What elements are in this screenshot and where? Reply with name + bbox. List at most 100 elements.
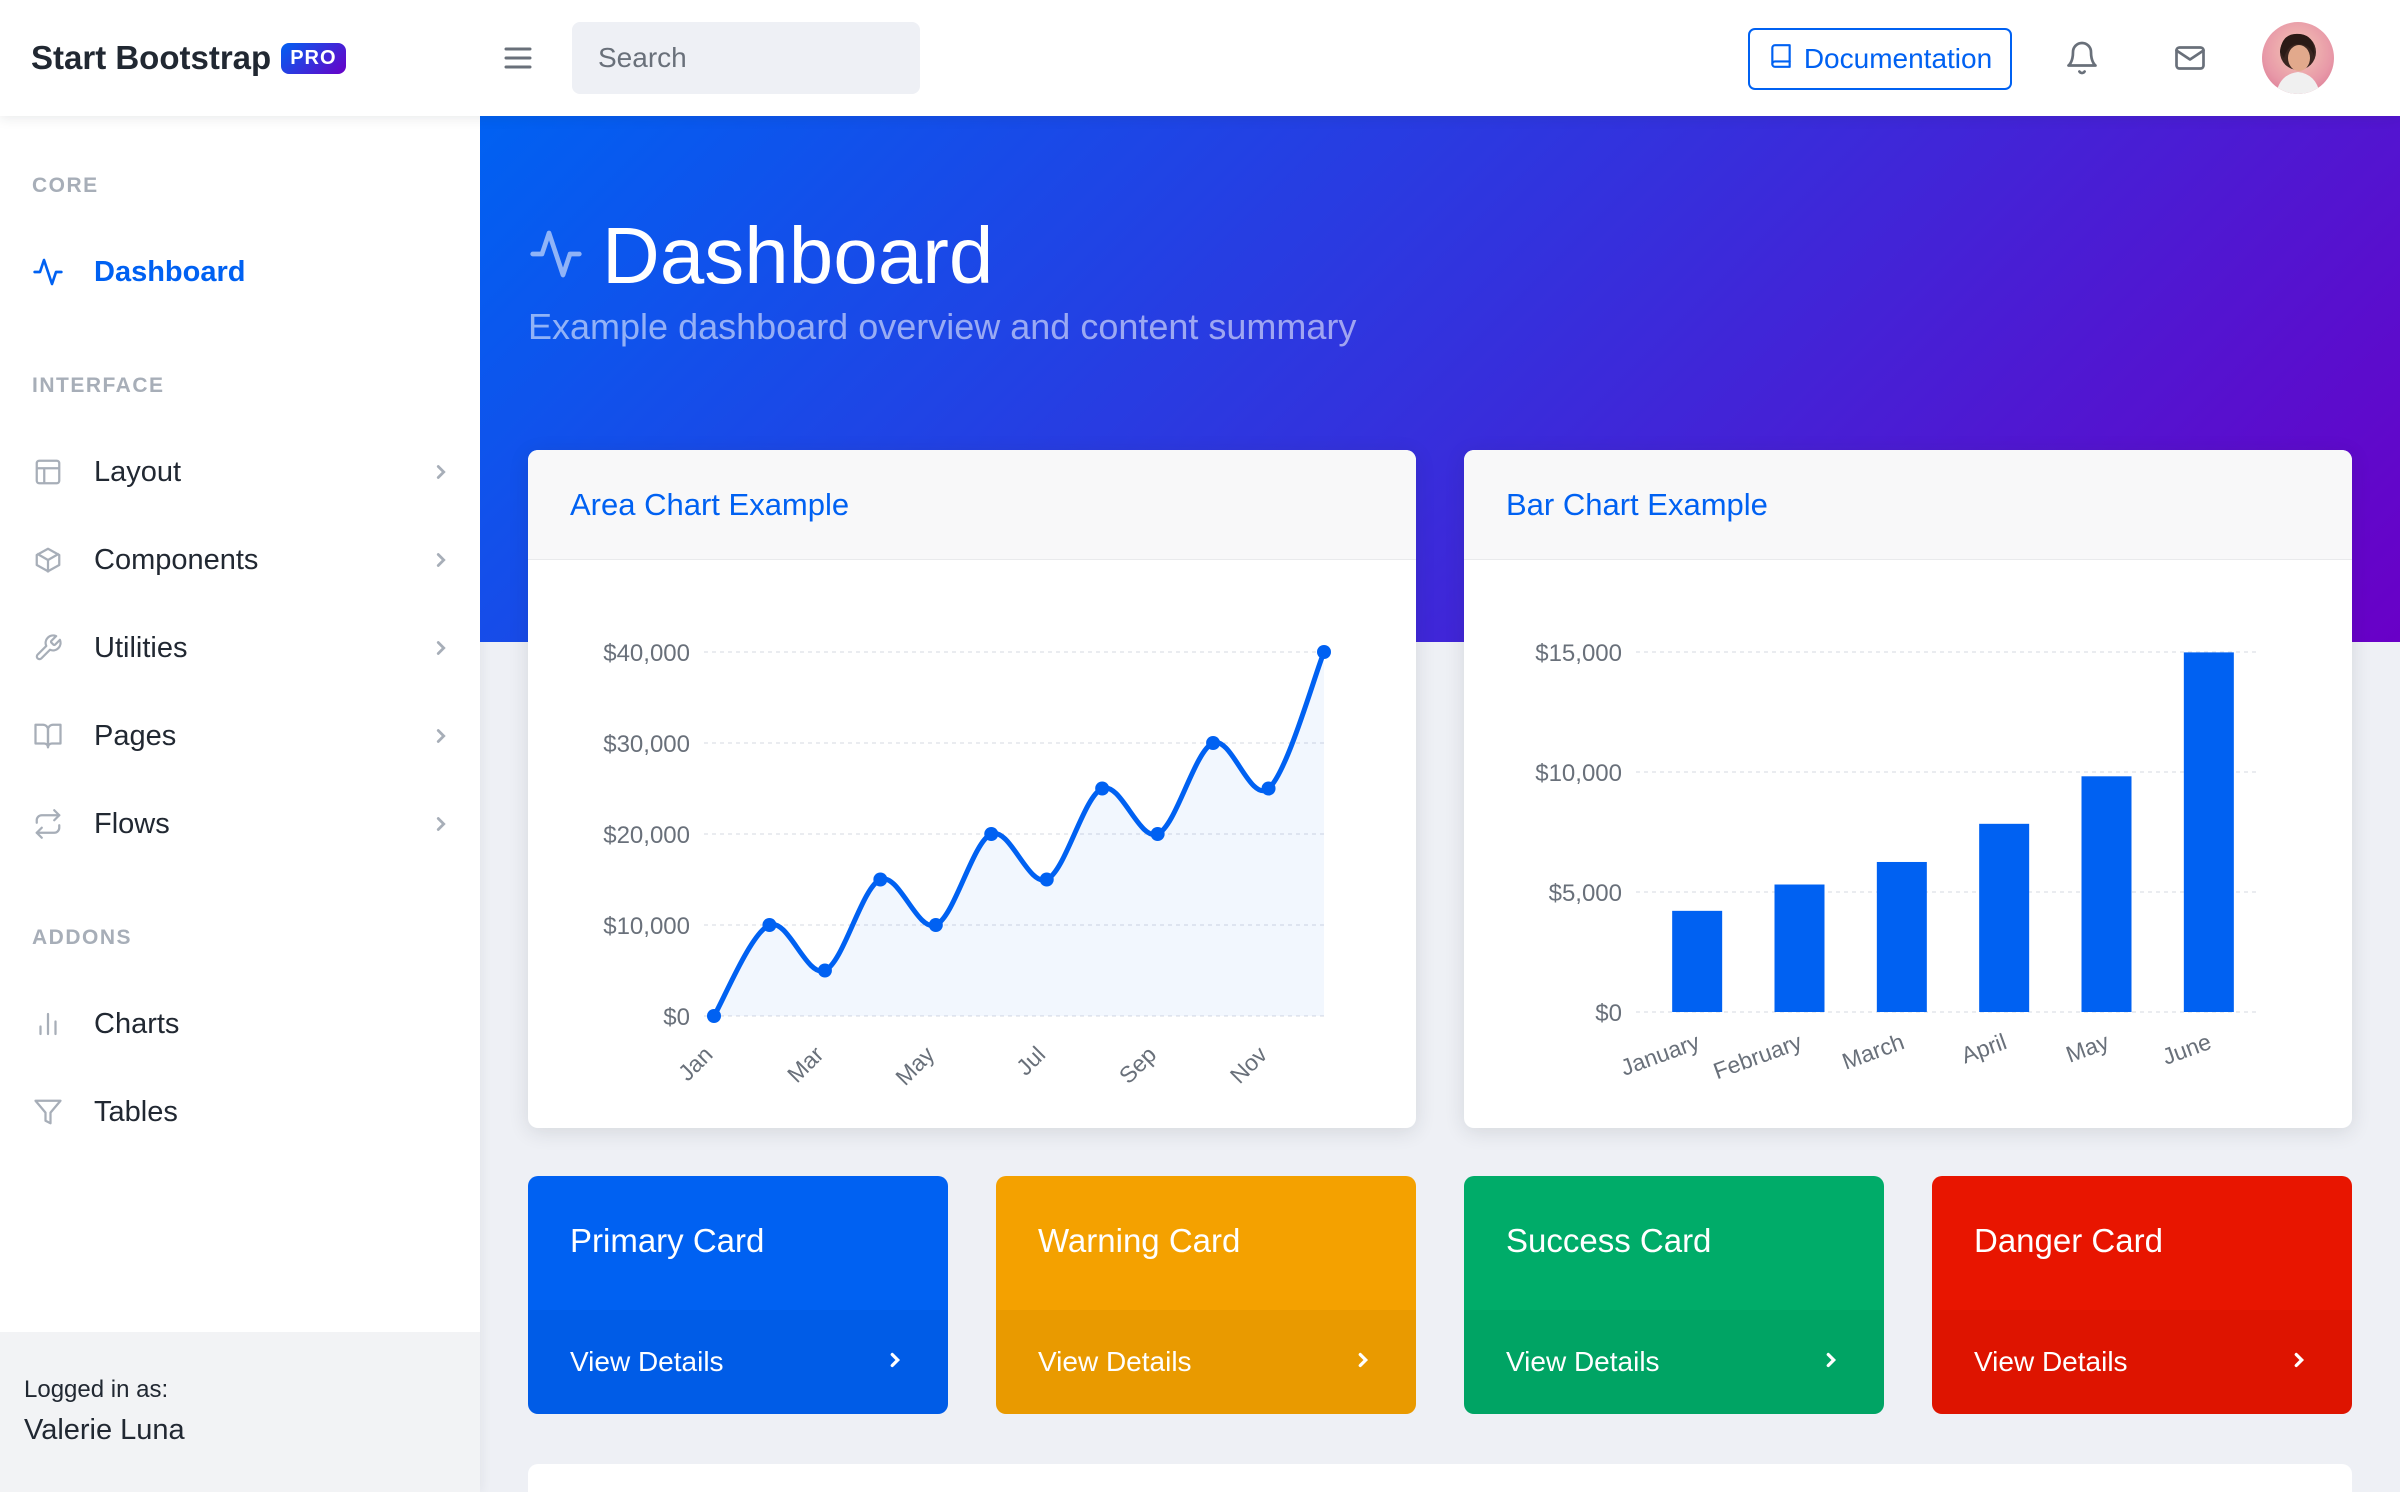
- mail-icon[interactable]: [2172, 40, 2208, 76]
- book-icon: [1768, 43, 1794, 76]
- search-input[interactable]: [572, 22, 920, 94]
- documentation-button[interactable]: Documentation: [1748, 28, 2012, 90]
- page-title: Dashboard: [528, 210, 993, 302]
- sidebar-item-label: Tables: [94, 1095, 178, 1128]
- sidebar-item-components[interactable]: Components: [32, 532, 452, 588]
- y-tick-label: $0: [1595, 1000, 1622, 1027]
- x-tick-label: Nov: [1225, 1041, 1273, 1089]
- sidebar-item-dashboard[interactable]: Dashboard: [32, 244, 452, 300]
- logged-in-label: Logged in as:: [24, 1376, 169, 1403]
- data-point: [817, 963, 832, 978]
- chevron-right-icon: [1352, 1346, 1374, 1378]
- book-open-icon: [32, 720, 64, 752]
- chevron-right-icon: [884, 1346, 906, 1378]
- y-tick-label: $0: [663, 1004, 690, 1031]
- bar-chart-icon: [32, 1008, 64, 1040]
- area-chart: $0 $10,000 $20,000 $30,000 $40,000 Jan Mar May J…: [603, 640, 1331, 1090]
- success-card: Success Card View Details: [1464, 1176, 1884, 1414]
- sidebar-item-label: Dashboard: [94, 255, 246, 288]
- bar: [1774, 884, 1825, 1012]
- sidebar-item-tables[interactable]: Tables: [32, 1084, 452, 1140]
- filter-icon: [32, 1096, 64, 1128]
- sidebar-item-layout[interactable]: Layout: [32, 444, 452, 500]
- bar: [1979, 823, 2030, 1012]
- package-icon: [32, 544, 64, 576]
- bar: [1876, 861, 1927, 1012]
- view-details-label: View Details: [1038, 1346, 1192, 1377]
- sidebar-item-label: Flows: [94, 807, 170, 840]
- sidebar-heading-addons: ADDONS: [32, 926, 133, 949]
- area-chart-card: Area Chart Example $0 $10,000 $20,000 $30,0…: [528, 450, 1416, 1128]
- x-tick-label: May: [890, 1041, 939, 1090]
- x-tick-label: Mar: [782, 1041, 829, 1088]
- top-navbar: Start Bootstrap PRO Documentation: [0, 0, 2400, 116]
- chevron-right-icon: [430, 549, 452, 571]
- x-tick-label: February: [1710, 1028, 1806, 1084]
- data-point: [1095, 781, 1110, 796]
- user-avatar[interactable]: [2262, 22, 2334, 94]
- bell-icon[interactable]: [2064, 40, 2100, 76]
- y-tick-label: $10,000: [1535, 760, 1622, 787]
- view-details-link[interactable]: View Details: [1932, 1310, 2352, 1414]
- data-point: [1206, 736, 1221, 750]
- x-tick-label: Jul: [1011, 1041, 1050, 1080]
- chevron-right-icon: [430, 813, 452, 835]
- repeat-icon: [32, 808, 64, 840]
- brand[interactable]: Start Bootstrap PRO: [31, 36, 346, 80]
- data-point: [984, 827, 999, 841]
- menu-icon[interactable]: [500, 40, 536, 76]
- sidebar-item-label: Charts: [94, 1007, 180, 1040]
- bar-chart-title: Bar Chart Example: [1464, 450, 2352, 560]
- x-tick-label: January: [1617, 1028, 1703, 1081]
- data-point: [928, 918, 943, 932]
- brand-name[interactable]: Start Bootstrap: [31, 39, 271, 77]
- data-point: [1261, 781, 1276, 796]
- card-title: Primary Card: [570, 1222, 765, 1259]
- view-details-label: View Details: [570, 1346, 724, 1377]
- view-details-link[interactable]: View Details: [996, 1310, 1416, 1414]
- user-name: Valerie Luna: [24, 1414, 185, 1446]
- sidebar-item-label: Components: [94, 543, 259, 576]
- area-chart-title: Area Chart Example: [528, 450, 1416, 560]
- sidebar-footer: Logged in as: Valerie Luna: [0, 1332, 480, 1492]
- layout-icon: [32, 456, 64, 488]
- x-tick-label: March: [1839, 1028, 1908, 1074]
- chevron-right-icon: [430, 461, 452, 483]
- sidebar: CORE Dashboard INTERFACE Layout Componen…: [0, 116, 480, 1492]
- view-details-link[interactable]: View Details: [1464, 1310, 1884, 1414]
- x-tick-label: May: [2062, 1028, 2112, 1067]
- card-title: Danger Card: [1974, 1222, 2163, 1259]
- bar-chart-card: Bar Chart Example $0 $5,000 $10,000 $15,000…: [1464, 450, 2352, 1128]
- y-tick-label: $30,000: [603, 731, 690, 758]
- data-point: [1150, 827, 1165, 841]
- y-tick-label: $10,000: [603, 913, 690, 940]
- view-details-label: View Details: [1506, 1346, 1660, 1377]
- chevron-right-icon: [2288, 1346, 2310, 1378]
- x-tick-label: Sep: [1114, 1041, 1161, 1088]
- data-point: [707, 1009, 721, 1023]
- chevron-right-icon: [430, 725, 452, 747]
- page-title-text: Dashboard: [602, 211, 994, 300]
- y-tick-label: $40,000: [603, 640, 690, 667]
- sidebar-item-flows[interactable]: Flows: [32, 796, 452, 852]
- chevron-right-icon: [430, 637, 452, 659]
- sidebar-item-pages[interactable]: Pages: [32, 708, 452, 764]
- sidebar-item-label: Utilities: [94, 631, 188, 664]
- sidebar-item-label: Pages: [94, 719, 177, 752]
- data-point: [873, 872, 888, 887]
- sidebar-item-utilities[interactable]: Utilities: [32, 620, 452, 676]
- danger-card: Danger Card View Details: [1932, 1176, 2352, 1414]
- activity-icon: [32, 256, 64, 288]
- y-tick-label: $15,000: [1535, 640, 1622, 667]
- sidebar-item-charts[interactable]: Charts: [32, 996, 452, 1052]
- bar: [2183, 652, 2234, 1012]
- chevron-right-icon: [1820, 1346, 1842, 1378]
- pro-badge: PRO: [281, 42, 346, 74]
- data-point: [1039, 872, 1054, 887]
- sidebar-item-label: Layout: [94, 455, 182, 488]
- data-point: [762, 918, 777, 932]
- card-title: Warning Card: [1038, 1222, 1241, 1259]
- activity-icon: [528, 226, 584, 287]
- view-details-link[interactable]: View Details: [528, 1310, 948, 1414]
- x-tick-label: April: [1958, 1028, 2010, 1068]
